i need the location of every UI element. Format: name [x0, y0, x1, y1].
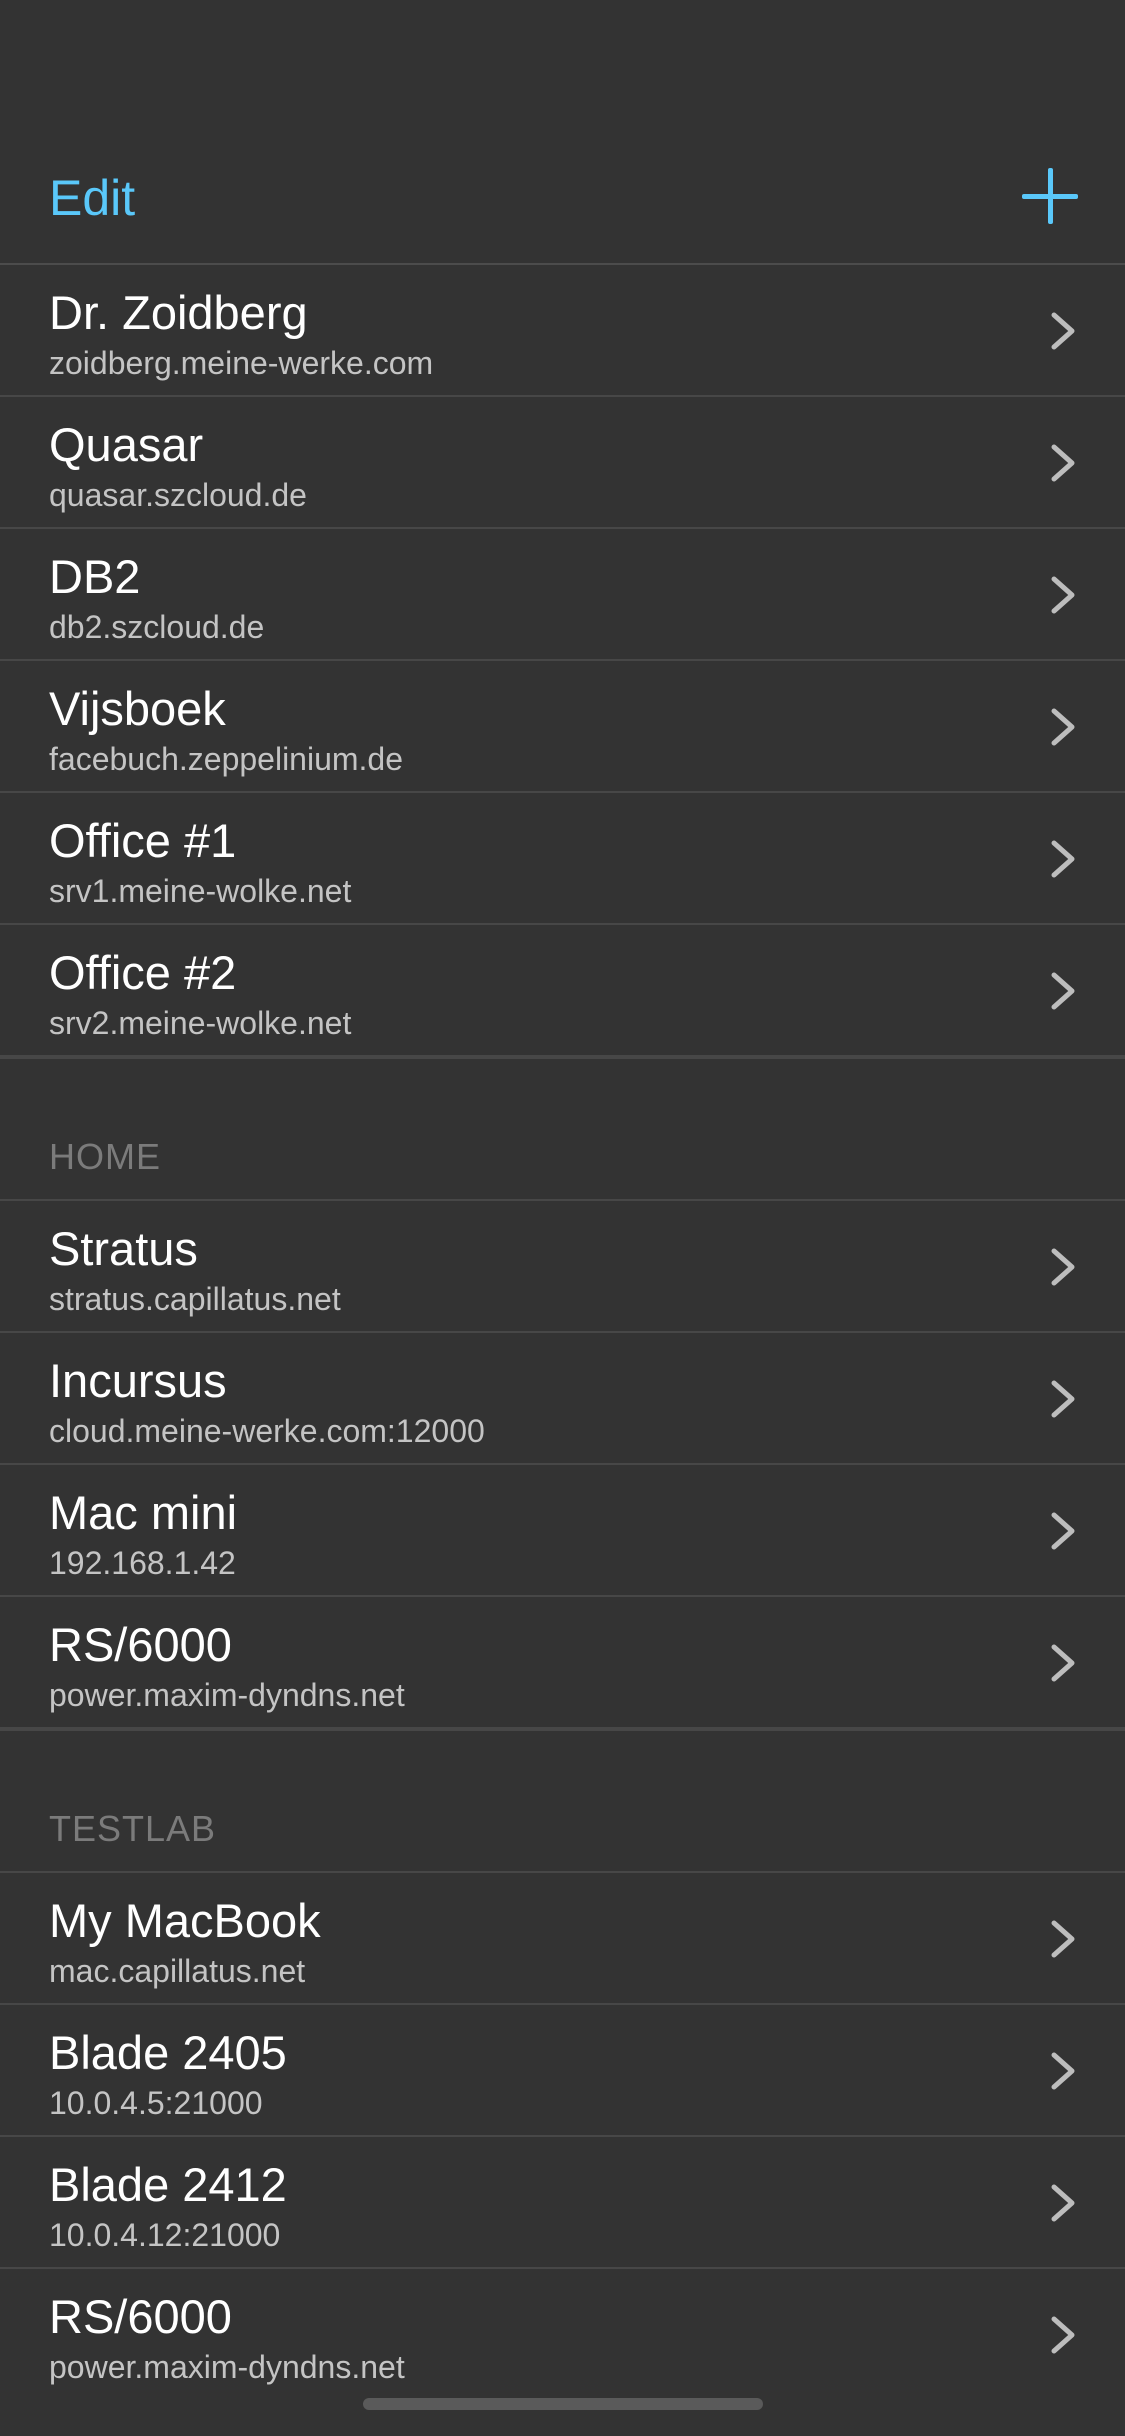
item-title: Dr. Zoidberg	[49, 286, 308, 339]
item-subtitle: power.maxim-dyndns.net	[49, 2349, 405, 2385]
list-item[interactable]: Office #2 srv2.meine-wolke.net	[0, 925, 1125, 1057]
chevron-right-icon	[1051, 2184, 1075, 2222]
chevron-right-icon	[1051, 1248, 1075, 1286]
chevron-right-icon	[1051, 444, 1075, 482]
list-item[interactable]: Mac mini 192.168.1.42	[0, 1465, 1125, 1597]
chevron-right-icon	[1051, 1512, 1075, 1550]
item-title: Quasar	[49, 418, 204, 471]
chevron-right-icon	[1051, 708, 1075, 746]
item-title: Stratus	[49, 1222, 198, 1275]
chevron-right-icon	[1051, 840, 1075, 878]
chevron-right-icon	[1051, 576, 1075, 614]
list-item[interactable]: Blade 2405 10.0.4.5:21000	[0, 2005, 1125, 2137]
item-subtitle: zoidberg.meine-werke.com	[49, 345, 434, 381]
item-title: Blade 2412	[49, 2158, 287, 2211]
section-header-testlab: TESTLAB	[0, 1729, 1125, 1873]
item-subtitle: stratus.capillatus.net	[49, 1281, 341, 1317]
section-title: HOME	[49, 1136, 161, 1177]
list-item[interactable]: Office #1 srv1.meine-wolke.net	[0, 793, 1125, 925]
item-title: Mac mini	[49, 1486, 238, 1539]
item-title: Vijsboek	[49, 682, 226, 735]
list-item[interactable]: Incursus cloud.meine-werke.com:12000	[0, 1333, 1125, 1465]
item-title: DB2	[49, 550, 141, 603]
chevron-right-icon	[1051, 1920, 1075, 1958]
item-subtitle: srv2.meine-wolke.net	[49, 1005, 352, 1041]
plus-icon[interactable]	[1022, 168, 1078, 224]
section-title: TESTLAB	[49, 1808, 217, 1849]
list-item[interactable]: Dr. Zoidberg zoidberg.meine-werke.com	[0, 265, 1125, 397]
list-item[interactable]: RS/6000 power.maxim-dyndns.net	[0, 1597, 1125, 1729]
item-title: Blade 2405	[49, 2026, 287, 2079]
item-title: Incursus	[49, 1354, 227, 1407]
item-subtitle: 10.0.4.5:21000	[49, 2085, 263, 2121]
item-subtitle: facebuch.zeppelinium.de	[49, 741, 404, 777]
item-subtitle: quasar.szcloud.de	[49, 477, 307, 513]
item-subtitle: 10.0.4.12:21000	[49, 2217, 281, 2253]
section-header-home: HOME	[0, 1057, 1125, 1201]
list-item[interactable]: Stratus stratus.capillatus.net	[0, 1201, 1125, 1333]
item-subtitle: srv1.meine-wolke.net	[49, 873, 352, 909]
chevron-right-icon	[1051, 2316, 1075, 2354]
server-list: Dr. Zoidberg zoidberg.meine-werke.com Qu…	[0, 265, 1125, 2401]
chevron-right-icon	[1051, 312, 1075, 350]
item-title: My MacBook	[49, 1894, 321, 1947]
edit-button[interactable]: Edit	[49, 168, 135, 228]
item-title: Office #1	[49, 814, 237, 867]
item-subtitle: db2.szcloud.de	[49, 609, 265, 645]
item-title: RS/6000	[49, 2290, 232, 2343]
chevron-right-icon	[1051, 1644, 1075, 1682]
list-item[interactable]: Blade 2412 10.0.4.12:21000	[0, 2137, 1125, 2269]
chevron-right-icon	[1051, 972, 1075, 1010]
item-subtitle: power.maxim-dyndns.net	[49, 1677, 405, 1713]
list-item[interactable]: DB2 db2.szcloud.de	[0, 529, 1125, 661]
list-item[interactable]: Vijsboek facebuch.zeppelinium.de	[0, 661, 1125, 793]
list-item[interactable]: RS/6000 power.maxim-dyndns.net	[0, 2269, 1125, 2401]
navigation-bar: Edit	[0, 0, 1125, 265]
item-title: Office #2	[49, 946, 237, 999]
item-subtitle: 192.168.1.42	[49, 1545, 236, 1581]
list-item[interactable]: My MacBook mac.capillatus.net	[0, 1873, 1125, 2005]
list-item[interactable]: Quasar quasar.szcloud.de	[0, 397, 1125, 529]
item-title: RS/6000	[49, 1618, 232, 1671]
item-subtitle: mac.capillatus.net	[49, 1953, 306, 1989]
home-indicator[interactable]	[363, 2398, 763, 2410]
chevron-right-icon	[1051, 1380, 1075, 1418]
item-subtitle: cloud.meine-werke.com:12000	[49, 1413, 485, 1449]
chevron-right-icon	[1051, 2052, 1075, 2090]
